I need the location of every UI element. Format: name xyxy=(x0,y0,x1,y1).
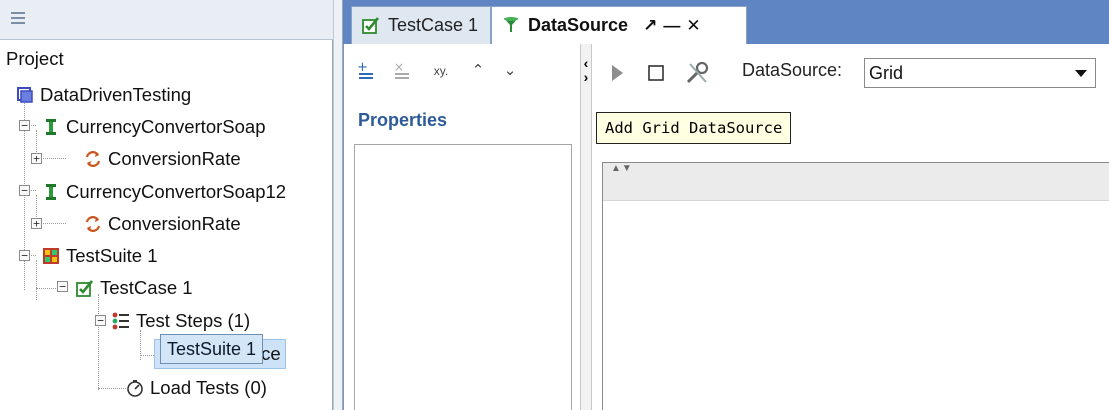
expand-toggle[interactable]: + xyxy=(31,153,42,164)
tree-item-project[interactable]: DataDrivenTesting xyxy=(16,80,191,110)
tree-item-label: TestCase 1 xyxy=(100,277,193,298)
pin-icon[interactable]: ↗ xyxy=(643,8,657,44)
close-icon[interactable]: ✕ xyxy=(686,8,700,44)
tree-item-label: TestSuite 1 xyxy=(66,245,158,266)
tab-label: DataSource xyxy=(528,15,629,35)
loadtest-icon xyxy=(127,380,143,397)
tree-line xyxy=(98,388,126,389)
datasource-toolbar: DataSource: Grid xyxy=(602,58,1109,90)
tab-datasource[interactable]: DataSource ↗ — ✕ xyxy=(491,6,747,44)
properties-panel: Properties xyxy=(352,100,572,410)
run-icon[interactable] xyxy=(608,62,626,84)
datasource-editor: + × xy. ⌃ ⌄ Properties ‹ › DataSource: G… xyxy=(343,44,1109,410)
tree-line xyxy=(36,260,37,300)
tree-item-teststeps[interactable]: Test Steps (1) xyxy=(112,306,250,336)
properties-title: Properties xyxy=(358,110,448,130)
project-icon xyxy=(17,87,33,103)
project-navigator: − + − + − − − Project DataDrivenTesting … xyxy=(0,0,333,410)
tree-item-label: DataDrivenTesting xyxy=(40,84,192,105)
collapse-toggle[interactable]: − xyxy=(95,315,106,326)
tab-label: TestCase 1 xyxy=(388,15,479,35)
tree-item-operation[interactable]: ConversionRate xyxy=(84,144,241,174)
move-down-icon[interactable]: ⌄ xyxy=(502,58,518,84)
datasource-type-select[interactable]: Grid xyxy=(864,58,1096,88)
collapse-toggle[interactable]: − xyxy=(19,185,30,196)
tree-item-label: ConversionRate xyxy=(108,148,241,169)
tree-item-testcase[interactable]: TestCase 1 xyxy=(76,273,193,303)
tree-item-testsuite[interactable]: TestSuite 1 xyxy=(42,241,158,271)
collapse-toggle[interactable]: − xyxy=(19,250,30,261)
navigator-toolbar xyxy=(0,0,333,40)
navigator-splitter[interactable] xyxy=(333,0,343,410)
tree-item-label: Test Steps (1) xyxy=(136,310,251,331)
tree-item-loadtests[interactable]: Load Tests (0) xyxy=(126,373,267,403)
remove-property-icon[interactable]: × xyxy=(392,58,412,84)
sort-arrows-icon[interactable]: ▲▼ xyxy=(611,163,633,174)
teststeps-icon xyxy=(112,312,129,330)
rename-xy-icon[interactable]: xy. xyxy=(428,58,454,84)
tree-item-label: ConversionRate xyxy=(108,213,241,234)
tree-item-interface[interactable]: CurrencyConvertorSoap xyxy=(42,112,265,142)
tree-item-interface[interactable]: CurrencyConvertorSoap12 xyxy=(42,177,286,207)
options-icon[interactable] xyxy=(684,60,710,86)
properties-toolbar: + × xy. ⌃ ⌄ xyxy=(352,58,572,88)
svg-text:+: + xyxy=(357,60,368,75)
stop-icon[interactable] xyxy=(646,63,666,83)
tree-item-operation[interactable]: ConversionRate xyxy=(84,209,241,239)
tree-item-label: Load Tests (0) xyxy=(150,377,267,398)
minimize-icon[interactable]: — xyxy=(663,8,680,44)
datasource-icon xyxy=(504,17,518,32)
testsuite-icon xyxy=(43,248,59,264)
tree-line xyxy=(98,294,99,390)
expand-toggle[interactable]: + xyxy=(31,218,42,229)
grid-header: ▲▼ xyxy=(603,163,1109,201)
datasource-label: DataSource: xyxy=(742,60,843,80)
operation-icon xyxy=(85,151,101,167)
testcase-icon xyxy=(76,280,94,297)
collapse-panel-icon[interactable]: ‹ › xyxy=(578,56,594,84)
drag-tooltip: TestSuite 1 xyxy=(160,334,264,364)
datasource-type-value: Grid xyxy=(869,63,904,83)
panel-splitter[interactable] xyxy=(580,44,592,410)
chevron-down-icon xyxy=(1075,70,1087,77)
tree-item-project-root[interactable]: Project xyxy=(6,44,64,74)
properties-table[interactable] xyxy=(354,144,572,410)
project-tree: − + − + − − − Project DataDrivenTesting … xyxy=(0,40,333,410)
testcase-icon xyxy=(362,17,380,34)
collapse-toggle[interactable]: − xyxy=(57,281,68,292)
tree-item-label: Project xyxy=(6,48,64,69)
tree-item-label: CurrencyConvertorSoap12 xyxy=(66,181,287,202)
add-grid-tooltip: Add Grid DataSource xyxy=(596,112,792,144)
tree-item-label: CurrencyConvertorSoap xyxy=(66,116,266,137)
editor-tab-strip: TestCase 1 DataSource ↗ — ✕ xyxy=(343,0,1109,44)
menu-lines-icon[interactable] xyxy=(8,8,28,28)
interface-icon xyxy=(46,119,56,135)
move-up-icon[interactable]: ⌃ xyxy=(470,58,486,84)
add-property-icon[interactable]: + xyxy=(356,58,376,84)
interface-icon xyxy=(46,184,56,200)
tab-testcase[interactable]: TestCase 1 xyxy=(351,6,491,44)
collapse-toggle[interactable]: − xyxy=(19,120,30,131)
datasource-grid[interactable]: ▲▼ xyxy=(602,162,1109,410)
svg-text:×: × xyxy=(394,60,404,74)
operation-icon xyxy=(85,216,101,232)
